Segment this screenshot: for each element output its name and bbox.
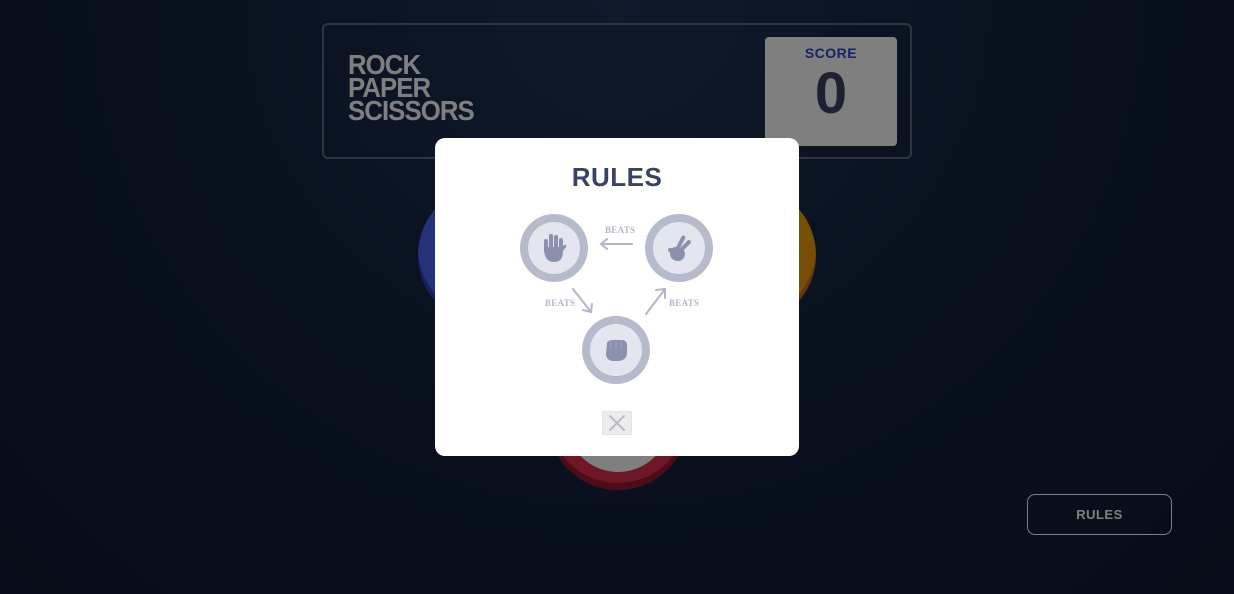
paper-icon xyxy=(544,234,567,262)
rules-scissors-token xyxy=(645,214,713,282)
arrow-up-right-icon xyxy=(645,287,666,315)
rules-rock-disc xyxy=(590,324,642,376)
rock-icon xyxy=(606,340,627,361)
beats-label-scissors-paper: BEATS xyxy=(605,225,636,235)
close-icon xyxy=(609,415,625,431)
scissors-icon xyxy=(668,235,691,261)
rules-scissors-disc xyxy=(653,222,705,274)
close-button[interactable] xyxy=(602,411,632,435)
modal-title: RULES xyxy=(571,162,663,192)
arrow-left-icon xyxy=(599,238,633,250)
arrow-down-right-icon xyxy=(572,288,593,314)
rules-modal: RULES BEATS BEATS BEATS xyxy=(435,138,799,456)
rules-paper-disc xyxy=(528,222,580,274)
beats-label-rock-scissors: BEATS xyxy=(669,298,700,308)
rules-paper-token xyxy=(520,214,588,282)
rules-rock-token xyxy=(582,316,650,384)
